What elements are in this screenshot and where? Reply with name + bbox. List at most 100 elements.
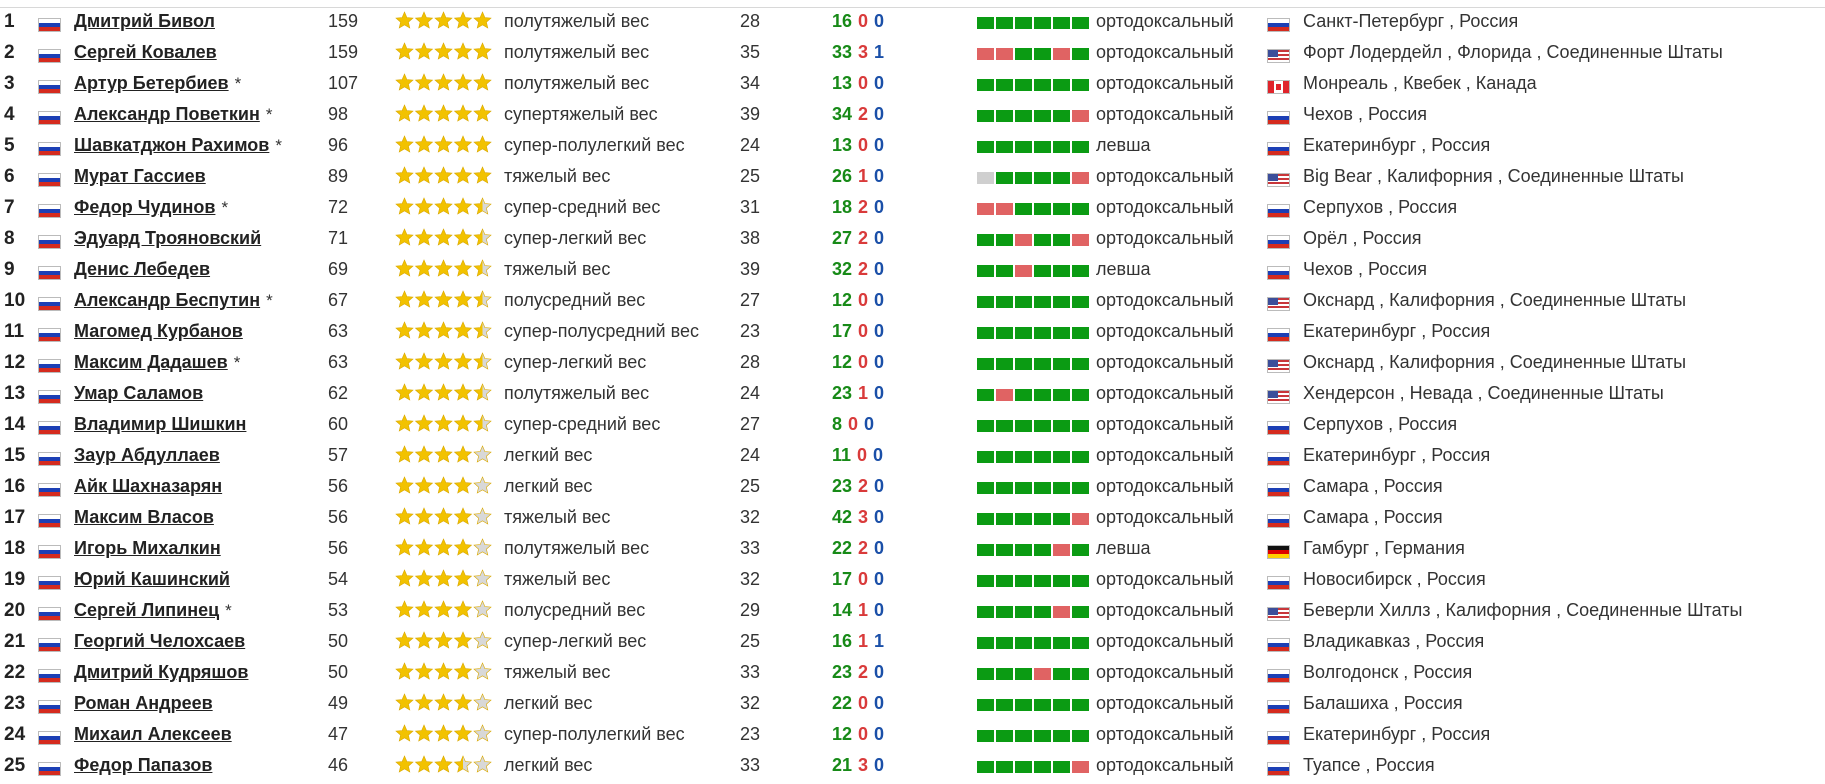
form-result-win [1053, 451, 1070, 463]
form-result-win [1053, 79, 1070, 91]
record-losses: 2 [858, 197, 869, 217]
boxer-name-link[interactable]: Айк Шахназарян [74, 476, 222, 496]
star-icon [414, 42, 434, 60]
boxer-cell: Федор Папазов [74, 750, 212, 781]
nationality-flag-icon [38, 514, 61, 528]
form-result-none [977, 172, 994, 184]
residence-flag-icon [1267, 235, 1290, 249]
record: 13 0 0 [832, 130, 884, 161]
star-icon [453, 73, 473, 91]
record: 22 2 0 [832, 533, 884, 564]
ru-flag-icon [1267, 111, 1290, 125]
star-icon [453, 166, 473, 184]
residence-flag-icon [1267, 576, 1290, 590]
stance: ортодоксальный [1096, 569, 1234, 589]
age: 24 [740, 135, 761, 155]
russia-flag-icon [38, 576, 61, 590]
residence-flag-icon [1267, 731, 1290, 745]
boxer-name-link[interactable]: Магомед Курбанов [74, 321, 243, 341]
boxer-name-link[interactable]: Георгий Челохсаев [74, 631, 245, 651]
ru-flag-icon [1267, 483, 1290, 497]
boxer-name-link[interactable]: Федор Чудинов [74, 197, 215, 217]
recent-form [977, 234, 1091, 246]
star-icon [453, 42, 473, 60]
boxer-name-link[interactable]: Александр Беспутин [74, 290, 260, 310]
rating-stars [395, 507, 495, 526]
star-icon [473, 290, 492, 308]
form-result-win [996, 513, 1013, 525]
boxer-name-link[interactable]: Максим Дадашев [74, 352, 228, 372]
form-result-win [1034, 730, 1051, 742]
boxer-name-link[interactable]: Михаил Алексеев [74, 724, 232, 744]
boxer-name-link[interactable]: Денис Лебедев [74, 259, 210, 279]
division: полусредний вес [504, 290, 646, 310]
table-row: 8 Эдуард Трояновский 71 супер-легкий вес 38 2… [0, 223, 1825, 254]
form-result-win [1053, 513, 1070, 525]
boxer-name-link[interactable]: Сергей Липинец [74, 600, 219, 620]
form-result-win [1072, 203, 1089, 215]
ca-flag-icon [1267, 80, 1290, 94]
boxer-name-link[interactable]: Максим Власов [74, 507, 214, 527]
star-icon [453, 538, 473, 556]
star-icon [434, 290, 453, 308]
boxer-cell: Айк Шахназарян [74, 471, 222, 502]
boxer-cell: Роман Андреев [74, 688, 213, 719]
star-icon [453, 290, 473, 308]
division: легкий вес [504, 693, 593, 713]
star-icon [473, 476, 492, 494]
recent-form [977, 544, 1091, 556]
boxer-name-link[interactable]: Роман Андреев [74, 693, 213, 713]
form-result-win [1015, 451, 1032, 463]
division: легкий вес [504, 755, 593, 775]
boxer-name-link[interactable]: Сергей Ковалев [74, 42, 217, 62]
star-icon [395, 476, 414, 494]
boxer-name-link[interactable]: Федор Папазов [74, 755, 212, 775]
star-icon [453, 755, 473, 773]
recent-form [977, 699, 1091, 711]
form-result-win [1053, 389, 1070, 401]
form-result-win [1072, 79, 1089, 91]
boxer-name-link[interactable]: Мурат Гассиев [74, 166, 206, 186]
age: 24 [740, 383, 761, 403]
ru-flag-icon [1267, 514, 1290, 528]
form-result-win [1034, 296, 1051, 308]
form-result-loss [1072, 761, 1089, 773]
recent-form [977, 482, 1091, 494]
boxer-name-link[interactable]: Александр Поветкин [74, 104, 260, 124]
boxer-name-link[interactable]: Умар Саламов [74, 383, 203, 403]
boxer-name-link[interactable]: Игорь Михалкин [74, 538, 221, 558]
rank-number: 20 [4, 600, 26, 621]
form-result-loss [1072, 234, 1089, 246]
division: супер-средний вес [504, 414, 661, 434]
form-result-loss [996, 203, 1013, 215]
boxer-name-link[interactable]: Владимир Шишкин [74, 414, 246, 434]
ru-flag-icon [1267, 142, 1290, 156]
record-losses: 2 [858, 662, 869, 682]
boxer-name-link[interactable]: Эдуард Трояновский [74, 228, 261, 248]
form-result-win [977, 420, 994, 432]
form-result-win [977, 389, 994, 401]
boxer-name-link[interactable]: Дмитрий Бивол [74, 11, 215, 31]
star-icon [453, 662, 473, 680]
form-result-win [977, 637, 994, 649]
boxer-name-link[interactable]: Заур Абдуллаев [74, 445, 220, 465]
form-result-win [1072, 606, 1089, 618]
record-losses: 3 [858, 507, 869, 527]
boxer-cell: Сергей Липинец * [74, 595, 232, 626]
form-result-win [1072, 327, 1089, 339]
rank-number: 24 [4, 724, 26, 745]
russia-flag-icon [38, 390, 61, 404]
boxer-name-link[interactable]: Артур Бетербиев [74, 73, 229, 93]
form-result-loss [1053, 606, 1070, 618]
record-wins: 14 [832, 600, 853, 620]
russia-flag-icon [38, 204, 61, 218]
boxer-name-link[interactable]: Шавкатджон Рахимов [74, 135, 269, 155]
residence-flag-icon [1267, 49, 1290, 63]
boxer-name-link[interactable]: Дмитрий Кудряшов [74, 662, 248, 682]
residence-flag-icon [1267, 421, 1290, 435]
nationality-flag-icon [38, 483, 61, 497]
star-icon [395, 104, 414, 122]
form-result-win [1072, 699, 1089, 711]
star-icon [414, 290, 434, 308]
boxer-name-link[interactable]: Юрий Кашинский [74, 569, 230, 589]
